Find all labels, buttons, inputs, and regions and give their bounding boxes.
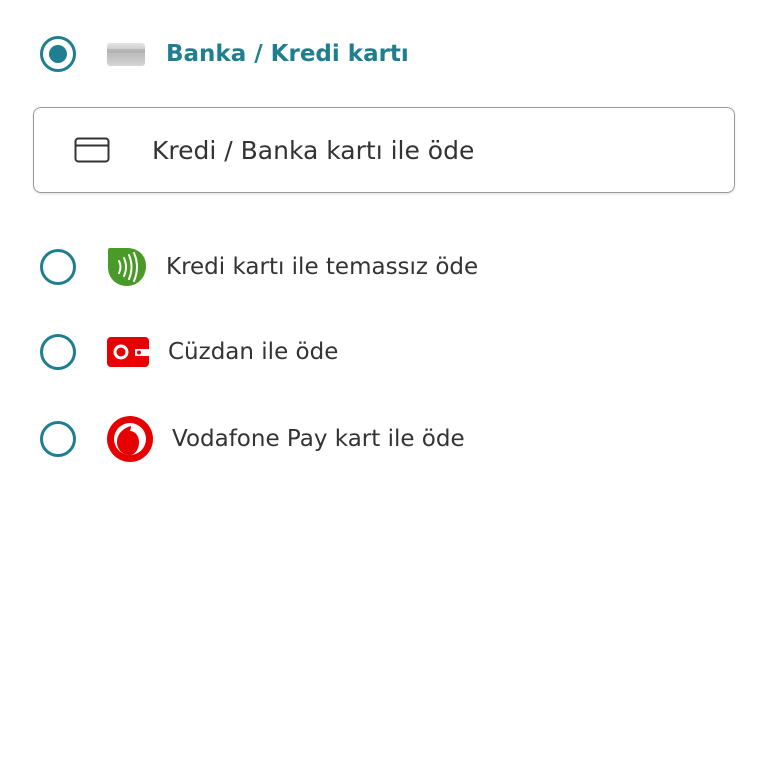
payment-option-wallet[interactable]: Cüzdan ile öde [40,326,730,378]
pay-with-card-button[interactable]: Kredi / Banka kartı ile öde [33,107,735,193]
radio-selected-dot [49,45,67,63]
vodafone-pay-radio-button[interactable] [40,421,76,457]
payment-option-contactless[interactable]: Kredi kartı ile temassız öde [40,241,730,293]
wallet-option-label: Cüzdan ile öde [168,339,339,365]
card-radio-button[interactable] [40,36,76,72]
credit-card-outline-icon [74,137,110,163]
contactless-radio-button[interactable] [40,249,76,285]
vodafone-logo-icon [106,415,154,463]
payment-option-vodafone-pay[interactable]: Vodafone Pay kart ile öde [40,413,730,465]
card-option-label: Banka / Kredi kartı [166,41,409,67]
pay-with-card-label: Kredi / Banka kartı ile öde [152,135,475,165]
contactless-option-label: Kredi kartı ile temassız öde [166,254,479,280]
contactless-icon [106,246,148,288]
wallet-icon [106,335,150,369]
wallet-radio-button[interactable] [40,334,76,370]
payment-option-card[interactable]: Banka / Kredi kartı [40,28,730,80]
vodafone-pay-option-label: Vodafone Pay kart ile öde [172,426,465,452]
bank-card-icon [106,40,146,68]
